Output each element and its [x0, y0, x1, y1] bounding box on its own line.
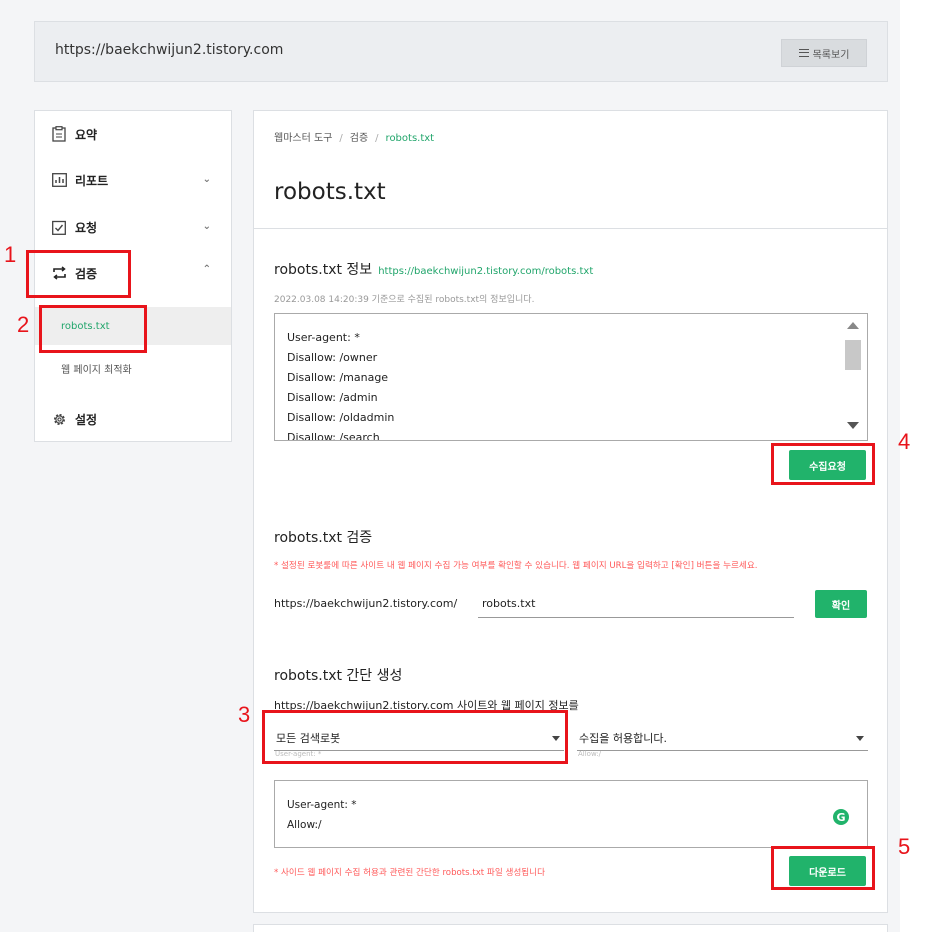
- annotation-number-5: 5: [898, 834, 911, 859]
- robots-line: User-agent: *: [287, 331, 360, 344]
- sidebar-item-label: 리포트: [75, 173, 109, 188]
- generate-section-title: robots.txt 간단 생성: [274, 668, 403, 684]
- sidebar-subitem-label: 웹 페이지 최적화: [61, 364, 132, 376]
- clipboard-icon: [51, 126, 67, 142]
- annotation-number-4: 4: [898, 429, 911, 454]
- annotation-number-3: 3: [238, 702, 251, 727]
- chevron-down-icon: ⌄: [202, 221, 211, 232]
- sidebar-subitem-web-optimize[interactable]: 웹 페이지 최적화: [35, 355, 231, 381]
- robots-line: Disallow: /admin: [287, 391, 378, 404]
- breadcrumb-item[interactable]: 웹마스터 도구: [274, 133, 332, 144]
- allow-hint: Allow:/: [578, 750, 602, 758]
- path-input[interactable]: [478, 590, 794, 618]
- robots-url-link[interactable]: https://baekchwijun2.tistory.com/robots.…: [378, 266, 593, 277]
- info-section-title: robots.txt 정보 https://baekchwijun2.tistor…: [274, 259, 593, 279]
- collected-meta: 2022.03.08 14:20:39 기준으로 수집된 robots.txt의…: [274, 295, 535, 305]
- next-panel-edge: [253, 924, 888, 932]
- annotation-box-1: [26, 250, 131, 298]
- verify-warning: * 설정된 로봇룰에 따른 사이트 내 웹 페이지 수집 가능 여부를 확인할 …: [274, 561, 758, 571]
- url-prefix: https://baekchwijun2.tistory.com/: [274, 597, 458, 610]
- sidebar-item-label: 요약: [75, 127, 98, 142]
- verify-section-title: robots.txt 검증: [274, 530, 373, 546]
- annotation-box-2: [39, 305, 147, 353]
- list-view-button[interactable]: 목록보기: [781, 39, 867, 67]
- allow-select[interactable]: 수집을 허용합니다.: [577, 725, 868, 751]
- chevron-down-icon: [856, 736, 864, 741]
- robots-line: Disallow: /owner: [287, 351, 378, 364]
- sidebar-item-request[interactable]: 요청 ⌄: [35, 210, 231, 244]
- sidebar-item-report[interactable]: 리포트 ⌄: [35, 163, 231, 197]
- confirm-button[interactable]: 확인: [815, 590, 867, 618]
- grammarly-icon[interactable]: G: [833, 809, 849, 825]
- generated-line: User-agent: *: [287, 799, 357, 811]
- robots-content-box[interactable]: User-agent: * Disallow: /owner Disallow:…: [274, 313, 868, 441]
- breadcrumb-item[interactable]: 검증: [350, 133, 368, 144]
- annotation-number-2: 2: [17, 312, 30, 337]
- site-bar: https://baekchwijun2.tistory.com 목록보기: [34, 21, 888, 82]
- sidebar-item-label: 설정: [75, 412, 98, 427]
- sidebar-item-settings[interactable]: 설정: [35, 402, 231, 436]
- sidebar-item-label: 요청: [75, 220, 98, 235]
- check-clipboard-icon: [51, 219, 67, 235]
- robots-line: Disallow: /manage: [287, 371, 389, 384]
- robots-line: Disallow: /search: [287, 431, 380, 441]
- scrollbar[interactable]: [839, 314, 867, 440]
- annotation-box-4: [771, 443, 875, 485]
- site-url: https://baekchwijun2.tistory.com: [55, 42, 284, 58]
- annotation-box-5: [771, 846, 875, 890]
- list-view-label: 목록보기: [812, 49, 850, 61]
- scroll-down-icon[interactable]: [847, 422, 859, 429]
- breadcrumb-current: robots.txt: [385, 133, 435, 144]
- scroll-up-icon[interactable]: [847, 322, 859, 329]
- page-title: robots.txt: [274, 179, 386, 205]
- chart-icon: [51, 172, 67, 188]
- chevron-down-icon: ⌄: [202, 174, 211, 185]
- robots-line: Disallow: /oldadmin: [287, 411, 395, 424]
- info-title-text: robots.txt 정보: [274, 262, 373, 278]
- divider: [254, 228, 887, 229]
- robots-lines: User-agent: * Disallow: /owner Disallow:…: [287, 328, 395, 441]
- allow-value: 수집을 허용합니다.: [579, 731, 667, 745]
- generated-line: Allow:/: [287, 819, 322, 831]
- generated-lines: User-agent: * Allow:/: [287, 795, 357, 835]
- annotation-box-3: [262, 710, 568, 764]
- menu-icon: [798, 49, 809, 57]
- annotation-number-1: 1: [4, 242, 17, 267]
- breadcrumb: 웹마스터 도구 / 검증 / robots.txt: [274, 133, 435, 144]
- sidebar-item-summary[interactable]: 요약: [35, 117, 231, 151]
- chevron-up-icon: ⌃: [202, 264, 211, 275]
- generated-robots-box[interactable]: User-agent: * Allow:/ G: [274, 780, 868, 848]
- scroll-thumb[interactable]: [845, 340, 861, 370]
- generate-footer-note: * 사이드 웹 페이지 수집 허용과 관련된 간단한 robots.txt 파일…: [274, 868, 545, 878]
- main-panel: 웹마스터 도구 / 검증 / robots.txt robots.txt robots.…: [253, 110, 888, 913]
- gear-icon: [51, 411, 67, 427]
